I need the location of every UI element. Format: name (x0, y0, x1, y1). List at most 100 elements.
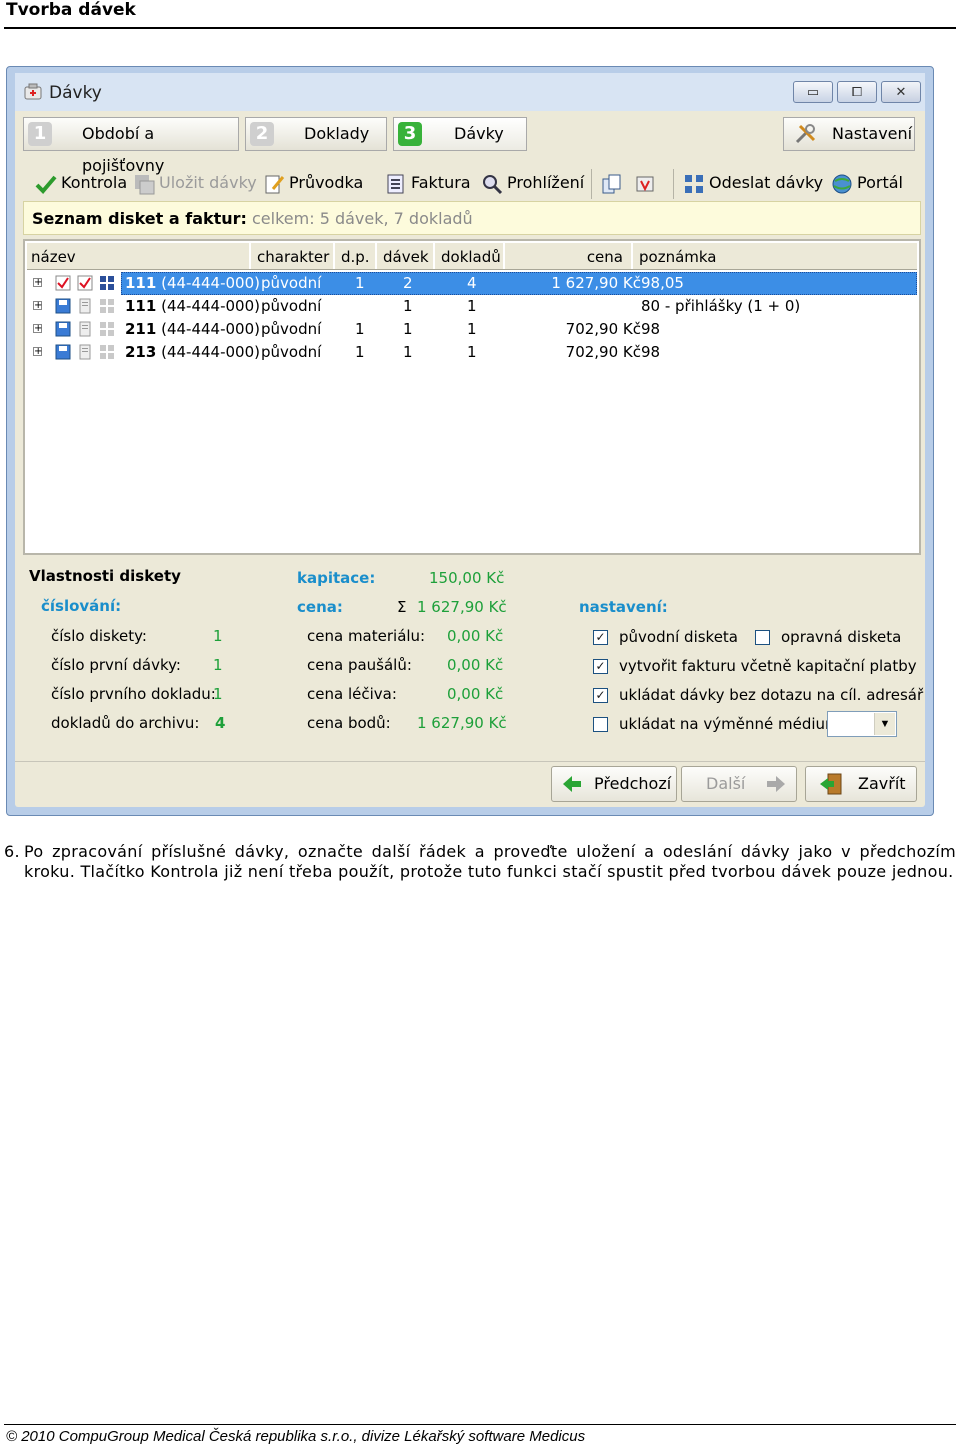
tab-doklady[interactable]: 2 Doklady (245, 117, 387, 151)
instruction-text: Po zpracování příslušné dávky, označte d… (24, 842, 956, 881)
column-charakter[interactable]: charakter (253, 243, 335, 269)
davky-grid[interactable]: název charakter d.p. dávek dokladů cena … (23, 239, 921, 555)
dalsi-button[interactable]: Další (681, 766, 797, 802)
navigation-bar: Předchozí Další Zavřít (15, 761, 925, 808)
cell-dokladu: 4 (467, 274, 477, 292)
opravna-disketa-checkbox[interactable] (755, 630, 770, 645)
ukladat-davky-checkbox[interactable]: ✓ (593, 688, 608, 703)
checked-disk-icon (55, 275, 71, 291)
step-number: 1 (28, 122, 52, 146)
arrow-left-icon (563, 776, 581, 792)
expand-icon[interactable]: + (33, 301, 42, 311)
cell-poznamka: 98,05 (641, 274, 684, 292)
ukladat-medium-label: ukládat na výměnné médium: (619, 715, 845, 733)
cell-dp: 1 (355, 343, 365, 361)
step-number: 3 (398, 122, 422, 146)
nastaveni-label: nastavení: (579, 598, 668, 616)
ulozit-davky-button[interactable]: Uložit dávky (133, 169, 257, 197)
portal-button[interactable]: Portál (831, 169, 903, 197)
zavrit-button[interactable]: Zavřít (805, 766, 917, 802)
cislo-prvni-davky-label: číslo první dávky: (51, 656, 181, 674)
expand-icon[interactable]: + (33, 278, 42, 288)
tools-icon (795, 124, 816, 144)
disk-icon (55, 321, 71, 337)
vytvorit-fakturu-checkbox[interactable]: ✓ (593, 659, 608, 674)
opravna-disketa-label: opravná disketa (781, 628, 902, 646)
table-row[interactable]: +111 (44-444-000) původní 1 1 80 - přihlášky… (27, 295, 917, 318)
puvodni-disketa-checkbox[interactable]: ✓ (593, 630, 608, 645)
tab-obdobi[interactable]: 1 Období a pojišťovny (23, 117, 239, 175)
kapitace-label: kapitace: (297, 569, 376, 587)
table-row[interactable]: +111 (44-444-000) původní 1 2 4 98,05 1 627,90… (27, 272, 917, 295)
cislo-prvni-davky-value: 1 (213, 656, 223, 674)
cell-charakter: původní (261, 320, 322, 338)
batch-number: 213 (125, 343, 157, 361)
tab-davky[interactable]: 3 Dávky (393, 117, 527, 151)
vytvorit-fakturu-label: vytvořit fakturu včetně kapitační platby (619, 657, 917, 675)
export-button[interactable] (635, 169, 661, 197)
cena-value: 1 627,90 Kč (417, 598, 507, 616)
cislo-diskety-label: číslo diskety: (51, 627, 147, 645)
expand-icon[interactable]: + (33, 324, 42, 334)
cell-nazev: 111 (44-444-000) (125, 272, 260, 295)
invoice-icon (387, 174, 404, 193)
footer-copyright: © 2010 CompuGroup Medical Česká republik… (6, 1428, 586, 1445)
column-davek[interactable]: dávek (379, 243, 435, 269)
cell-charakter: původní (261, 297, 322, 315)
window-body: Dávky ▭ ⧠ ✕ 1 Období a pojišťovny 2 Dokl… (15, 73, 925, 807)
maximize-button[interactable]: ⧠ (837, 81, 877, 103)
predchozi-label: Předchozí (594, 774, 672, 793)
tab-label: Dávky (454, 124, 504, 143)
cell-dp: 1 (355, 320, 365, 338)
settings-button[interactable]: Nastavení (783, 117, 915, 151)
list-summary: celkem: 5 dávek, 7 dokladů (252, 209, 473, 228)
column-dokladu[interactable]: dokladů (437, 243, 505, 269)
column-cena[interactable]: cena (507, 243, 633, 269)
column-nazev[interactable]: název (27, 243, 251, 269)
doklady-archiv-value: 4 (215, 714, 226, 732)
cislo-diskety-value: 1 (213, 627, 223, 645)
cell-poznamka: 98 (641, 320, 661, 338)
prohlizeni-button[interactable]: Prohlížení (481, 169, 584, 197)
toolbar-separator (591, 169, 592, 199)
table-row[interactable]: +213 (44-444-000) původní 1 1 1 98 702,90 Kč (27, 341, 917, 364)
props-title: Vlastnosti diskety (29, 567, 181, 585)
ukladat-davky-label: ukládat dávky bez dotazu na cíl. adresář (619, 686, 924, 704)
column-poznamka[interactable]: poznámka (635, 243, 907, 269)
predchozi-button[interactable]: Předchozí (551, 766, 677, 802)
cell-nazev: 211 (44-444-000) (125, 318, 260, 341)
column-dp[interactable]: d.p. (337, 243, 377, 269)
close-button[interactable]: ✕ (881, 81, 921, 103)
cell-cena: 702,90 Kč (565, 320, 641, 338)
cell-davek: 1 (403, 343, 413, 361)
pruvodka-label: Průvodka (289, 173, 364, 192)
minimize-button[interactable]: ▭ (793, 81, 833, 103)
kontrola-button[interactable]: Kontrola (35, 169, 127, 197)
copy-button[interactable] (601, 169, 627, 197)
toolbar-separator (673, 169, 674, 199)
faktura-button[interactable]: Faktura (385, 169, 471, 197)
tab-label: Doklady (304, 124, 370, 143)
step-number: 6. (4, 842, 20, 861)
cena-pausalu-label: cena paušálů: (307, 656, 412, 674)
table-row[interactable]: +211 (44-444-000) původní 1 1 1 98 702,90 Kč (27, 318, 917, 341)
ukladat-medium-checkbox[interactable] (593, 717, 608, 732)
minimize-icon: ▭ (806, 84, 820, 99)
window-title: Dávky (49, 83, 102, 103)
cell-dokladu: 1 (467, 343, 477, 361)
odeslat-davky-button[interactable]: Odeslat dávky (683, 169, 823, 197)
prohlizeni-label: Prohlížení (507, 173, 585, 192)
pruvodka-button[interactable]: Průvodka (263, 169, 363, 197)
cell-dp: 1 (355, 274, 365, 292)
document-title: Tvorba dávek (6, 0, 136, 20)
cislo-prvniho-dokladu-label: číslo prvního dokladu: (51, 685, 216, 703)
document-header: Tvorba dávek (4, 0, 956, 29)
ulozit-label: Uložit dávky (159, 173, 257, 192)
medium-select[interactable]: ▼ (827, 711, 897, 737)
batch-code: (44-444-000) (161, 320, 260, 338)
batch-code: (44-444-000) (161, 297, 260, 315)
wizard-tabs: 1 Období a pojišťovny 2 Doklady 3 Dávky … (15, 113, 925, 175)
expand-icon[interactable]: + (33, 347, 42, 357)
disk-icon (55, 298, 71, 314)
check-icon (35, 175, 57, 194)
